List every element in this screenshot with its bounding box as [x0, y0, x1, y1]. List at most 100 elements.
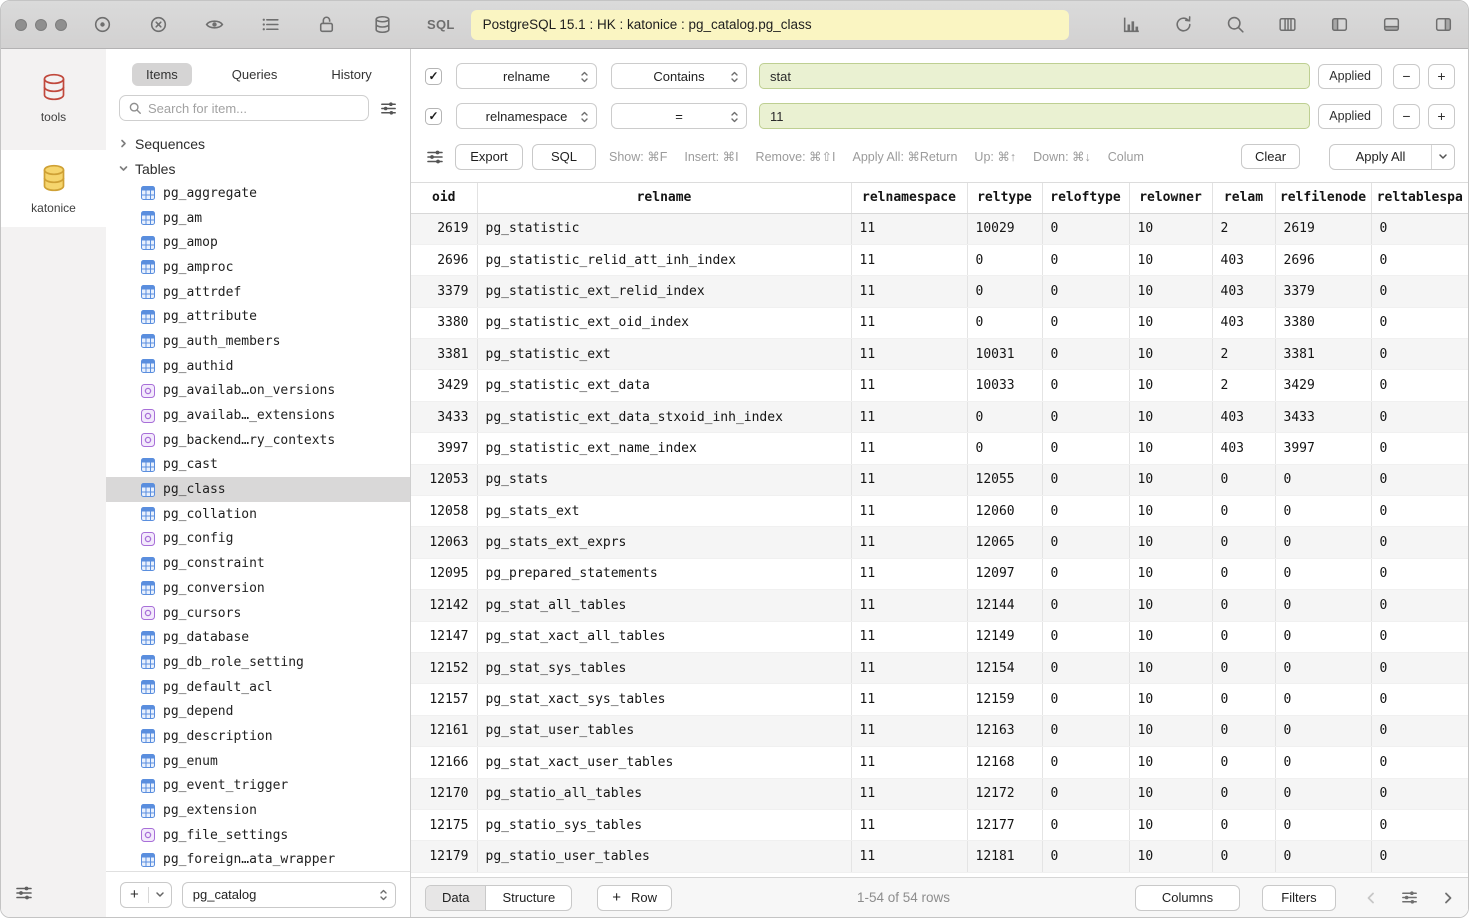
cell-relam[interactable]: 2 — [1212, 213, 1275, 244]
table-row[interactable]: 12161 pg_stat_user_tables 11 12163 0 10 … — [411, 715, 1468, 746]
cell-relam[interactable]: 0 — [1212, 809, 1275, 840]
column-header[interactable]: relowner — [1129, 183, 1212, 213]
cell-relowner[interactable]: 10 — [1129, 778, 1212, 809]
connection-item[interactable]: katonice — [1, 150, 106, 227]
table-row[interactable]: 3429 pg_statistic_ext_data 11 10033 0 10… — [411, 370, 1468, 401]
cell-oid[interactable]: 3381 — [411, 339, 477, 370]
cell-relname[interactable]: pg_statistic_ext — [477, 339, 851, 370]
cell-relname[interactable]: pg_stat_xact_all_tables — [477, 621, 851, 652]
cell-relowner[interactable]: 10 — [1129, 809, 1212, 840]
cell-relam[interactable]: 0 — [1212, 464, 1275, 495]
table-list-item[interactable]: pg_conversion — [106, 576, 410, 601]
table-row[interactable]: 12095 pg_prepared_statements 11 12097 0 … — [411, 558, 1468, 589]
cell-relowner[interactable]: 10 — [1129, 370, 1212, 401]
table-row[interactable]: 3381 pg_statistic_ext 11 10031 0 10 2 33… — [411, 339, 1468, 370]
cell-reloftype[interactable]: 0 — [1042, 778, 1129, 809]
cell-relowner[interactable]: 10 — [1129, 558, 1212, 589]
cell-reltablespace[interactable]: 0 — [1371, 747, 1468, 778]
cell-reltype[interactable]: 12163 — [967, 715, 1042, 746]
toggle-left-panel-icon[interactable] — [1328, 14, 1350, 36]
cell-oid[interactable]: 3380 — [411, 307, 477, 338]
table-row[interactable]: 12157 pg_stat_xact_sys_tables 11 12159 0… — [411, 684, 1468, 715]
eye-icon[interactable] — [203, 14, 225, 36]
cell-relam[interactable]: 0 — [1212, 496, 1275, 527]
cell-relfilenode[interactable]: 0 — [1275, 496, 1371, 527]
table-row[interactable]: 12179 pg_statio_user_tables 11 12181 0 1… — [411, 841, 1468, 872]
cell-reltablespace[interactable]: 0 — [1371, 684, 1468, 715]
table-row[interactable]: 12053 pg_stats 11 12055 0 10 0 0 0 — [411, 464, 1468, 495]
cell-relfilenode[interactable]: 0 — [1275, 558, 1371, 589]
table-row[interactable]: 3379 pg_statistic_ext_relid_index 11 0 0… — [411, 276, 1468, 307]
cell-reltype[interactable]: 0 — [967, 244, 1042, 275]
table-list-item[interactable]: pg_amproc — [106, 255, 410, 280]
cell-reloftype[interactable]: 0 — [1042, 370, 1129, 401]
cell-reltype[interactable]: 10031 — [967, 339, 1042, 370]
cell-oid[interactable]: 12179 — [411, 841, 477, 872]
sidebar-tab[interactable]: Items — [132, 63, 192, 86]
cell-reltablespace[interactable]: 0 — [1371, 339, 1468, 370]
cell-oid[interactable]: 12161 — [411, 715, 477, 746]
tree-group[interactable]: Sequences — [106, 131, 410, 156]
table-list-item[interactable]: pg_aggregate — [106, 181, 410, 206]
cell-relname[interactable]: pg_statio_all_tables — [477, 778, 851, 809]
cell-relam[interactable]: 2 — [1212, 339, 1275, 370]
column-header[interactable]: oid — [411, 183, 477, 213]
data-tab[interactable]: Data — [426, 886, 485, 910]
cell-relnamespace[interactable]: 11 — [851, 496, 967, 527]
cell-reltype[interactable]: 12149 — [967, 621, 1042, 652]
table-row[interactable]: 12152 pg_stat_sys_tables 11 12154 0 10 0… — [411, 652, 1468, 683]
cell-relnamespace[interactable]: 11 — [851, 370, 967, 401]
cell-relfilenode[interactable]: 0 — [1275, 841, 1371, 872]
cell-oid[interactable]: 2619 — [411, 213, 477, 244]
cell-oid[interactable]: 3379 — [411, 276, 477, 307]
cell-relowner[interactable]: 10 — [1129, 590, 1212, 621]
table-list-item[interactable]: pg_cast — [106, 453, 410, 478]
table-row[interactable]: 12175 pg_statio_sys_tables 11 12177 0 10… — [411, 809, 1468, 840]
cell-relname[interactable]: pg_statistic_ext_data — [477, 370, 851, 401]
column-header[interactable]: relam — [1212, 183, 1275, 213]
add-filter-button[interactable]: + — [1428, 64, 1455, 89]
cell-relowner[interactable]: 10 — [1129, 401, 1212, 432]
cell-reltablespace[interactable]: 0 — [1371, 527, 1468, 558]
cell-relam[interactable]: 0 — [1212, 747, 1275, 778]
cell-relfilenode[interactable]: 3380 — [1275, 307, 1371, 338]
cell-oid[interactable]: 12095 — [411, 558, 477, 589]
filter-applied-button[interactable]: Applied — [1318, 104, 1382, 129]
table-row[interactable]: 3997 pg_statistic_ext_name_index 11 0 0 … — [411, 433, 1468, 464]
cell-reltype[interactable]: 0 — [967, 307, 1042, 338]
structure-tab[interactable]: Structure — [485, 886, 571, 910]
cell-reltablespace[interactable]: 0 — [1371, 401, 1468, 432]
cell-reloftype[interactable]: 0 — [1042, 747, 1129, 778]
cell-reloftype[interactable]: 0 — [1042, 276, 1129, 307]
table-list-item[interactable]: pg_am — [106, 206, 410, 231]
cell-relnamespace[interactable]: 11 — [851, 809, 967, 840]
cell-oid[interactable]: 12166 — [411, 747, 477, 778]
cell-relowner[interactable]: 10 — [1129, 213, 1212, 244]
table-row[interactable]: 12147 pg_stat_xact_all_tables 11 12149 0… — [411, 621, 1468, 652]
cell-reloftype[interactable]: 0 — [1042, 558, 1129, 589]
remove-filter-button[interactable]: − — [1393, 64, 1420, 89]
cell-relname[interactable]: pg_statistic_ext_relid_index — [477, 276, 851, 307]
zoom-window-button[interactable] — [55, 19, 67, 31]
cell-reltablespace[interactable]: 0 — [1371, 244, 1468, 275]
cell-reltablespace[interactable]: 0 — [1371, 809, 1468, 840]
cell-reloftype[interactable]: 0 — [1042, 715, 1129, 746]
table-list-item[interactable]: pg_attrdef — [106, 280, 410, 305]
table-list-item[interactable]: pg_cursors — [106, 601, 410, 626]
cell-reloftype[interactable]: 0 — [1042, 652, 1129, 683]
cell-relnamespace[interactable]: 11 — [851, 276, 967, 307]
cell-reltablespace[interactable]: 0 — [1371, 213, 1468, 244]
table-list-item[interactable]: pg_event_trigger — [106, 774, 410, 799]
cell-reloftype[interactable]: 0 — [1042, 590, 1129, 621]
list-icon[interactable] — [259, 14, 281, 36]
column-header[interactable]: reltablespa — [1371, 183, 1468, 213]
cell-reloftype[interactable]: 0 — [1042, 809, 1129, 840]
cell-reloftype[interactable]: 0 — [1042, 684, 1129, 715]
cell-relam[interactable]: 0 — [1212, 527, 1275, 558]
table-list-item[interactable]: pg_db_role_setting — [106, 650, 410, 675]
cell-relnamespace[interactable]: 11 — [851, 433, 967, 464]
table-list-item[interactable]: pg_attribute — [106, 304, 410, 329]
column-header[interactable]: reltype — [967, 183, 1042, 213]
cell-reltype[interactable]: 12159 — [967, 684, 1042, 715]
table-list-item[interactable]: pg_class — [106, 477, 410, 502]
